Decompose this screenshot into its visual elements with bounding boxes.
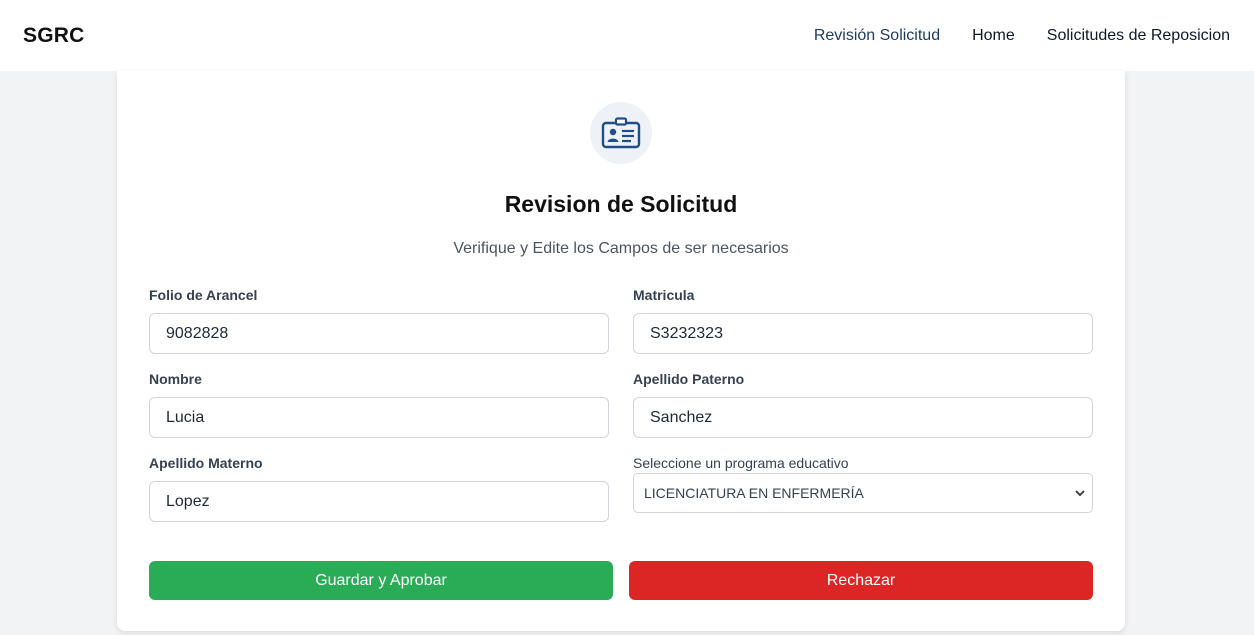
matricula-input[interactable] [633,313,1093,354]
apellido-materno-input[interactable] [149,481,609,522]
apellido-materno-group: Apellido Materno [149,455,609,522]
nav-links: Revisión Solicitud Home Solicitudes de R… [782,27,1230,45]
matricula-label: Matricula [633,287,695,303]
programa-label: Seleccione un programa educativo [633,455,849,471]
folio-group: Folio de Arancel [149,287,609,354]
apellido-paterno-group: Apellido Paterno [633,371,1093,438]
page-title: Revision de Solicitud [504,191,738,217]
nav-link-solicitudes-reposicion[interactable]: Solicitudes de Reposicion [1047,27,1230,45]
folio-label: Folio de Arancel [149,287,258,303]
nav-link-revision-solicitud[interactable]: Revisión Solicitud [814,27,940,45]
apellido-paterno-label: Apellido Paterno [633,371,745,387]
reject-button[interactable]: Rechazar [629,561,1093,600]
programa-select-wrap: LICENCIATURA EN ENFERMERÍA [633,473,1093,513]
nav-link-home[interactable]: Home [972,27,1015,45]
folio-input[interactable] [149,313,609,354]
nombre-label: Nombre [149,371,202,387]
id-card-icon [590,102,652,164]
nombre-input[interactable] [149,397,609,438]
brand-logo[interactable]: SGRC [23,24,84,48]
approve-button[interactable]: Guardar y Aprobar [149,561,613,600]
page-subtitle: Verifique y Edite los Campos de ser nece… [453,240,789,257]
matricula-group: Matricula [633,287,1093,354]
navbar: SGRC Revisión Solicitud Home Solicitudes… [0,0,1254,71]
apellido-paterno-input[interactable] [633,397,1093,438]
programa-select[interactable]: LICENCIATURA EN ENFERMERÍA [633,473,1093,513]
nombre-group: Nombre [149,371,609,438]
review-card: Revision de Solicitud Verifique y Edite … [117,71,1125,631]
programa-group: Seleccione un programa educativo LICENCI… [633,455,1093,513]
apellido-materno-label: Apellido Materno [149,455,263,471]
